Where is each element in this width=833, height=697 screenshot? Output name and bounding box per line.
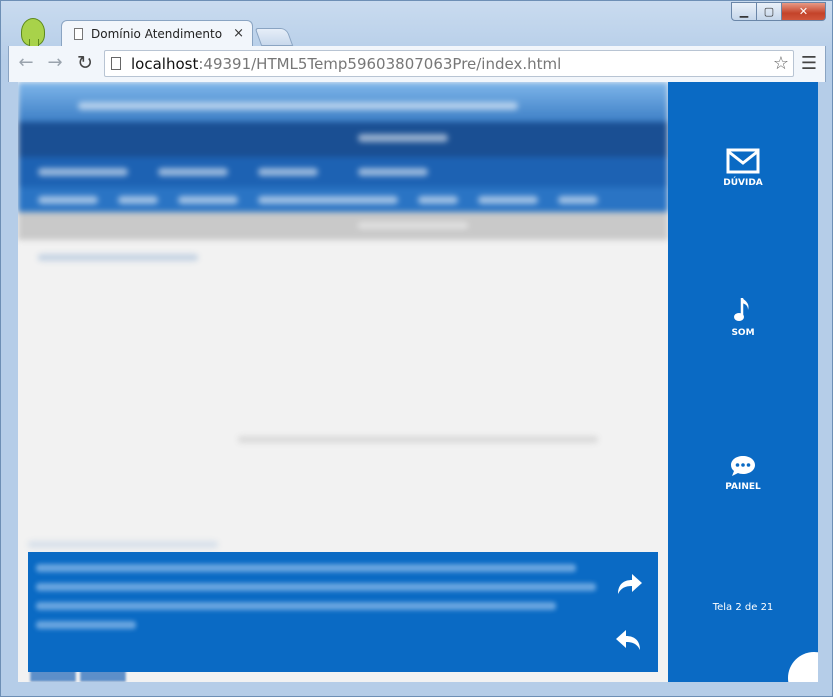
- sidebar-item-painel[interactable]: PAINEL: [668, 454, 818, 492]
- sidebar-item-som[interactable]: SOM: [668, 296, 818, 338]
- browser-toolbar: ← → ↻ localhost:49391/HTML5Temp596038070…: [8, 46, 826, 82]
- menu-icon[interactable]: ☰: [801, 53, 817, 74]
- back-arrow-button[interactable]: [614, 626, 644, 654]
- url-text[interactable]: localhost:49391/HTML5Temp59603807063Pre/…: [131, 55, 561, 73]
- sidebar-item-label: DÚVIDA: [723, 178, 763, 188]
- reply-back-icon: [616, 630, 640, 650]
- music-note-icon: [734, 298, 749, 321]
- browser-tab[interactable]: Domínio Atendimento ×: [61, 20, 253, 46]
- page-content: DÚVIDA SOM PAINEL Tela 2 de 21: [18, 82, 818, 682]
- page-indicator: Tela 2 de 21: [712, 602, 774, 613]
- window-controls: ▁ ▢ ✕: [731, 2, 826, 21]
- address-bar[interactable]: localhost:49391/HTML5Temp59603807063Pre/…: [104, 50, 794, 77]
- forward-arrow-icon[interactable]: →: [44, 52, 66, 73]
- share-forward-icon: [618, 574, 642, 594]
- blurred-dialog-text: [36, 564, 606, 640]
- sidebar-item-label: SOM: [731, 328, 755, 338]
- chat-bubble-icon: [731, 456, 755, 476]
- minimize-button[interactable]: ▁: [731, 2, 757, 21]
- sidebar-item-label: PAINEL: [725, 482, 761, 492]
- bookmark-star-icon[interactable]: ☆: [773, 53, 789, 74]
- mail-icon: [726, 148, 760, 174]
- reload-icon[interactable]: ↻: [74, 52, 96, 74]
- browser-window: Domínio Atendimento × ▁ ▢ ✕ ← → ↻ localh…: [0, 0, 833, 697]
- close-window-button[interactable]: ✕: [782, 2, 826, 21]
- sidebar-item-duvida[interactable]: DÚVIDA: [668, 148, 818, 188]
- app-logo-icon: [21, 18, 45, 58]
- tab-close-icon[interactable]: ×: [233, 26, 244, 41]
- forward-arrow-button[interactable]: [614, 570, 644, 598]
- back-arrow-icon[interactable]: ←: [15, 52, 37, 73]
- background-window-text: [441, 2, 444, 12]
- corner-decoration: [788, 652, 818, 682]
- sidebar: DÚVIDA SOM PAINEL Tela 2 de 21: [668, 82, 818, 682]
- tab-title: Domínio Atendimento: [91, 26, 223, 41]
- page-icon: [111, 57, 121, 70]
- message-dialog: [28, 552, 658, 672]
- new-tab-button[interactable]: [254, 28, 294, 46]
- maximize-button[interactable]: ▢: [757, 2, 782, 21]
- page-icon: [74, 27, 83, 40]
